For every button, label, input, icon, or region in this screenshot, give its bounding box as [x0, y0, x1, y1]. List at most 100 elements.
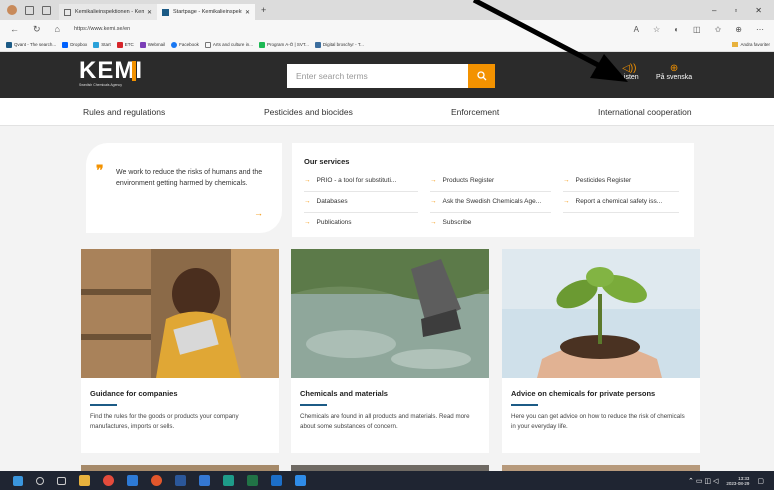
notification-icon[interactable]: ▢ [757, 477, 764, 485]
tray-icons[interactable]: ⌃ ▭ ◫ ◁ [688, 477, 718, 485]
favorite-item[interactable]: Dropbox [62, 41, 87, 48]
new-tab-button[interactable]: + [261, 5, 266, 15]
file-explorer-icon[interactable] [79, 475, 90, 486]
card-guidance-for-companies[interactable]: Guidance for companies Find the rules fo… [81, 249, 279, 453]
app-icon[interactable] [271, 475, 282, 486]
service-link[interactable]: → Report a chemical safety iss... [563, 192, 679, 213]
system-tray: ⌃ ▭ ◫ ◁ 13:33 2023-08-29 ▢ [688, 476, 764, 486]
intro-box: ❞ We work to reduce the risks of humans … [86, 143, 282, 233]
task-view-icon[interactable] [57, 476, 66, 485]
service-link[interactable]: → Subscribe [430, 213, 551, 234]
card-title: Guidance for companies [90, 389, 178, 398]
browser-tab-2[interactable]: Startpage - Kemikalieinspektion ✕ [157, 4, 255, 20]
close-tab-icon[interactable]: ✕ [245, 9, 250, 16]
search-icon[interactable] [36, 476, 44, 485]
quote-icon: ❞ [96, 162, 104, 178]
kemi-logo[interactable]: KEMI Swedish Chemicals Agency [79, 59, 143, 88]
service-link[interactable]: → Pesticides Register [563, 171, 679, 192]
address-input[interactable]: https://www.kemi.se/en [74, 26, 130, 32]
speaker-icon: ◁)) [622, 63, 637, 74]
outlook-icon[interactable] [127, 475, 138, 486]
card-title: Chemicals and materials [300, 389, 388, 398]
favorite-item[interactable]: Facebook [171, 41, 199, 48]
chrome-icon[interactable] [103, 475, 114, 486]
excel-icon[interactable] [247, 475, 258, 486]
collections-icon[interactable]: ⊕ [735, 25, 742, 34]
favorite-item[interactable]: Start [93, 41, 111, 48]
card-image-plant-in-hands [502, 249, 700, 378]
kemi-favicon-icon [162, 8, 169, 16]
site-header: KEMI Swedish Chemicals Agency ◁)) Listen… [0, 52, 774, 98]
favorites-bar: Qvant - The search... Dropbox Start ETC … [0, 38, 774, 52]
favorite-item[interactable]: Qvant - The search... [6, 41, 56, 48]
favorite-item[interactable]: Webmail [139, 41, 165, 48]
services-panel: Our services → PRIO - a tool for substitu… [292, 143, 694, 237]
close-tab-icon[interactable]: ✕ [147, 9, 152, 16]
card-description: Here you can get advice on how to reduce… [511, 413, 685, 430]
card-chemicals-and-materials[interactable]: Chemicals and materials Chemicals are fo… [291, 249, 489, 453]
card-title: Advice on chemicals for private persons [511, 389, 656, 398]
address-bar-row: ← ↻ ⌂ https://www.kemi.se/en A ☆ ◐ ◫ ✩ ⊕… [0, 20, 774, 38]
favorite-star-icon[interactable]: ☆ [653, 25, 660, 34]
card-underline [300, 404, 327, 406]
tab-title: Startpage - Kemikalieinspektion [173, 9, 242, 15]
profile-avatar[interactable] [7, 5, 17, 15]
home-icon[interactable]: ⌂ [55, 24, 60, 35]
word-icon[interactable] [175, 475, 186, 486]
page-icon [64, 8, 71, 16]
service-link[interactable]: → PRIO - a tool for substituti... [304, 171, 418, 192]
settings-more-icon[interactable]: ⋯ [756, 25, 764, 34]
search-icon [476, 71, 486, 81]
other-favorites-folder[interactable]: Andra favoriter [732, 42, 770, 47]
back-icon[interactable]: ← [10, 24, 19, 35]
service-link[interactable]: → Ask the Swedish Chemicals Age... [430, 192, 551, 213]
favorite-item[interactable]: Program A-Ö | SVT... [258, 41, 309, 48]
nav-pesticides-and-biocides[interactable]: Pesticides and biocides [264, 107, 353, 117]
nav-enforcement[interactable]: Enforcement [451, 107, 499, 117]
close-window-icon[interactable]: ✕ [755, 6, 762, 15]
app-icon[interactable] [199, 475, 210, 486]
card-advice-private-persons[interactable]: Advice on chemicals for private persons … [502, 249, 700, 453]
card-description: Chemicals are found in all products and … [300, 413, 470, 430]
card-underline [90, 404, 117, 406]
browser-tab-1[interactable]: Kemikalieinspektionen - Kemikal ✕ [59, 4, 157, 20]
window-controls: – ▫ ✕ [712, 6, 762, 15]
maximize-icon[interactable]: ▫ [734, 6, 737, 15]
favorites-icon[interactable]: ✩ [715, 25, 722, 34]
split-screen-icon[interactable]: ◫ [693, 25, 701, 34]
service-link[interactable]: → Databases [304, 192, 418, 213]
refresh-icon[interactable]: ↻ [33, 24, 41, 35]
service-link[interactable]: → Products Register [430, 171, 551, 192]
card-underline [511, 404, 538, 406]
arrow-right-icon[interactable]: → [254, 208, 263, 218]
browser-tab-strip: Kemikalieinspektionen - Kemikal ✕ Startp… [0, 0, 774, 20]
services-title: Our services [304, 157, 350, 166]
read-aloud-icon[interactable]: A [634, 25, 639, 34]
edge-icon[interactable] [223, 475, 234, 486]
card-description: Find the rules for the goods or products… [90, 413, 239, 430]
firefox-icon[interactable] [151, 475, 162, 486]
tab-title: Kemikalieinspektionen - Kemikal [75, 9, 144, 15]
language-button[interactable]: ⊕ På svenska [656, 63, 692, 82]
search-button[interactable] [468, 64, 495, 88]
clock[interactable]: 13:33 2023-08-29 [726, 476, 749, 486]
card-image-water-splash [291, 249, 489, 378]
card-image-warehouse-worker [81, 249, 279, 378]
favorite-item[interactable]: Arts and culture in... [204, 41, 253, 48]
intro-text: We work to reduce the risks of humans an… [116, 169, 263, 187]
nav-rules-and-regulations[interactable]: Rules and regulations [83, 107, 165, 117]
workspaces-icon[interactable] [25, 5, 34, 15]
minimize-icon[interactable]: – [712, 6, 716, 15]
windows-taskbar: ⌃ ▭ ◫ ◁ 13:33 2023-08-29 ▢ [0, 471, 774, 490]
app-icon[interactable] [295, 475, 306, 486]
favorite-item[interactable]: ETC [116, 41, 134, 48]
search-input[interactable] [287, 64, 468, 88]
service-link[interactable]: → Publications [304, 213, 418, 234]
tab-actions-icon[interactable] [42, 5, 51, 15]
nav-international-cooperation[interactable]: International cooperation [598, 107, 692, 117]
globe-icon: ⊕ [669, 63, 679, 74]
extensions-icon[interactable]: ◐ [674, 25, 679, 34]
listen-button[interactable]: ◁)) Listen [620, 63, 639, 82]
start-icon[interactable] [13, 475, 23, 486]
favorite-item[interactable]: Digital broschyr - T... [314, 41, 364, 48]
